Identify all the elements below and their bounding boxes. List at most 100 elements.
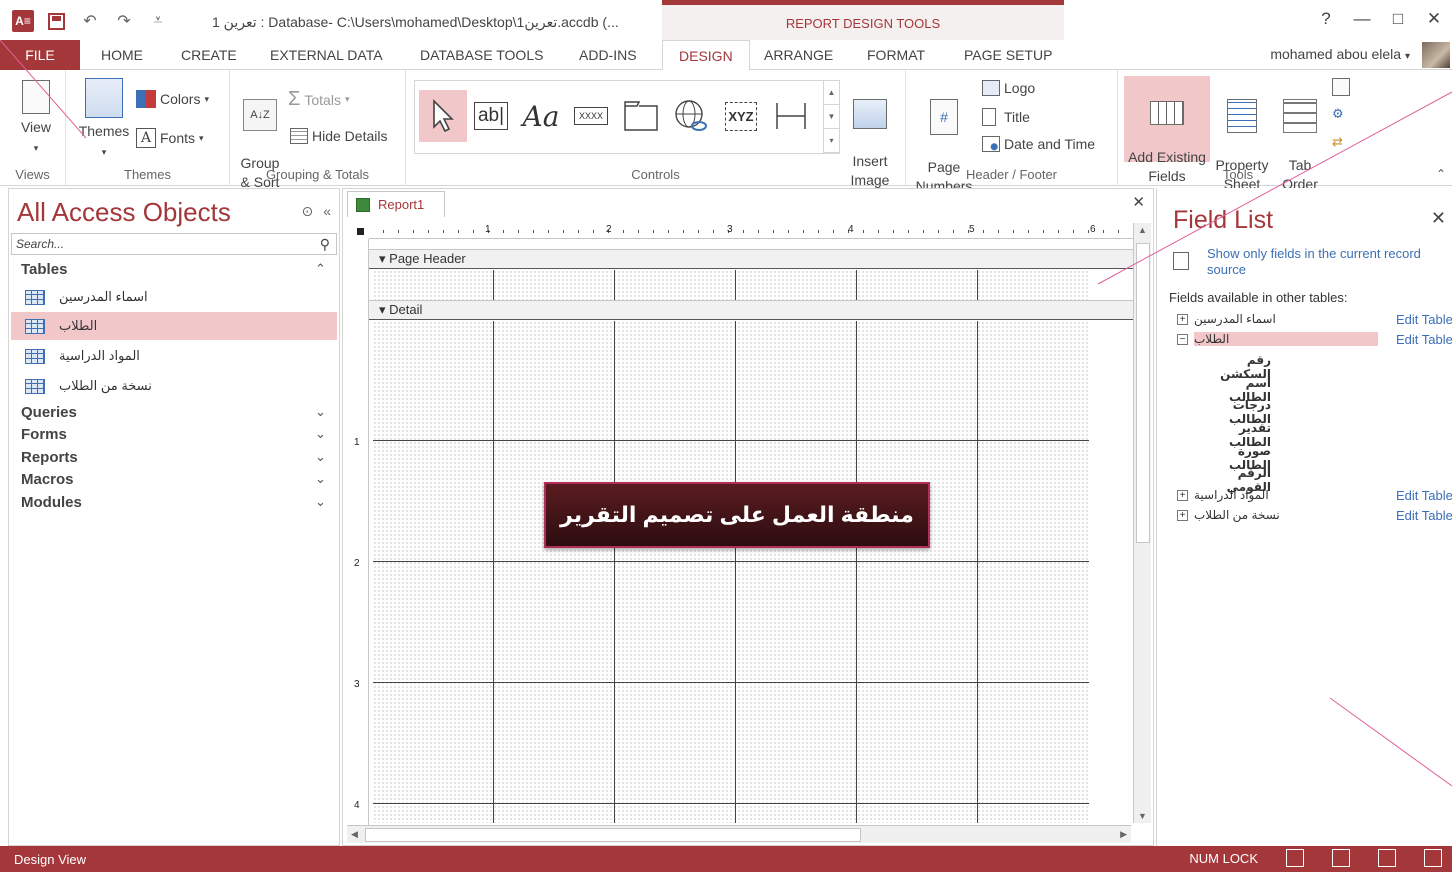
- detail-label: Detail: [389, 302, 423, 317]
- search-icon[interactable]: ⚲: [320, 236, 330, 253]
- gallery-up-icon[interactable]: ▲: [824, 81, 839, 105]
- undo-button[interactable]: ↶: [78, 10, 102, 32]
- save-button[interactable]: [44, 10, 68, 32]
- view-button[interactable]: View ▾: [16, 80, 56, 158]
- access-app-icon[interactable]: A≡: [12, 10, 34, 32]
- print-preview-icon[interactable]: [1332, 849, 1350, 867]
- insert-image-button[interactable]: Insert Image: [842, 80, 898, 190]
- field-list-table-row[interactable]: + اسماء المدرسين Edit Table: [1177, 310, 1452, 328]
- horizontal-scrollbar[interactable]: ◀ ▶: [347, 825, 1131, 843]
- nav-search-input[interactable]: Search... ⚲: [11, 233, 337, 255]
- report-selector[interactable]: [351, 223, 369, 239]
- nav-table-item[interactable]: نسخة من الطلاب: [11, 372, 337, 400]
- nav-section-tables[interactable]: Tables ⌃: [21, 261, 326, 278]
- nav-section-reports[interactable]: Reports ⌄: [21, 449, 326, 466]
- customize-qat-button[interactable]: ⩡: [146, 10, 170, 32]
- logo-button[interactable]: Logo: [982, 80, 1035, 96]
- fonts-button[interactable]: A Fonts ▾: [136, 128, 204, 148]
- tab-control-button[interactable]: [617, 90, 665, 142]
- help-button[interactable]: ?: [1308, 6, 1344, 32]
- edit-table-link[interactable]: Edit Table: [1396, 508, 1452, 523]
- gallery-down-icon[interactable]: ▼: [824, 105, 839, 129]
- tab-file[interactable]: FILE: [0, 40, 80, 70]
- tab-add-ins[interactable]: ADD-INS: [579, 40, 637, 70]
- close-report-icon[interactable]: ✕: [1132, 193, 1145, 211]
- edit-table-link[interactable]: Edit Table: [1396, 332, 1452, 347]
- hyperlink-control-button[interactable]: [667, 90, 715, 142]
- design-view-icon[interactable]: [1424, 849, 1442, 867]
- nav-section-modules[interactable]: Modules ⌄: [21, 494, 326, 511]
- title-button[interactable]: Title: [982, 108, 1030, 126]
- tab-design[interactable]: DESIGN: [662, 40, 750, 71]
- expand-icon[interactable]: +: [1177, 509, 1188, 521]
- minimize-button[interactable]: —: [1344, 6, 1380, 32]
- layout-view-icon[interactable]: [1378, 849, 1396, 867]
- scroll-down-icon[interactable]: ▼: [1138, 811, 1147, 821]
- tab-format[interactable]: FORMAT: [867, 40, 925, 70]
- shutter-bar-icon[interactable]: «: [323, 203, 331, 220]
- nav-section-queries[interactable]: Queries ⌄: [21, 404, 326, 421]
- nav-table-item[interactable]: المواد الدراسية: [11, 342, 337, 370]
- tab-home[interactable]: HOME: [101, 40, 143, 70]
- nav-menu-icon[interactable]: ⊙: [301, 203, 313, 220]
- gallery-more-icon[interactable]: ▾: [824, 129, 839, 153]
- vertical-scrollbar[interactable]: ▲ ▼: [1133, 223, 1151, 823]
- page-header-band[interactable]: ▾ Page Header: [369, 249, 1133, 269]
- close-field-list-icon[interactable]: ✕: [1431, 208, 1446, 229]
- edit-table-link[interactable]: Edit Table: [1396, 488, 1452, 503]
- tab-database-tools[interactable]: DATABASE TOOLS: [420, 40, 543, 70]
- restore-button[interactable]: □: [1380, 6, 1416, 32]
- show-only-fields-link[interactable]: Show only fields in the current record s…: [1207, 246, 1452, 278]
- collapse-icon[interactable]: −: [1177, 333, 1188, 345]
- redo-button[interactable]: ↷: [112, 10, 136, 32]
- report-view-icon[interactable]: [1286, 849, 1304, 867]
- collapse-ribbon-icon[interactable]: ⌃: [1436, 167, 1446, 181]
- edit-table-link[interactable]: Edit Table: [1396, 312, 1452, 327]
- nav-section-macros[interactable]: Macros ⌄: [21, 471, 326, 488]
- tab-external-data[interactable]: EXTERNAL DATA: [270, 40, 383, 70]
- add-existing-fields-button[interactable]: Add Existing Fields: [1124, 76, 1210, 184]
- expand-icon[interactable]: +: [1177, 489, 1188, 501]
- button-control-button[interactable]: XXXX: [567, 90, 615, 142]
- field-list-table-row[interactable]: + نسخة من الطلاب Edit Table: [1177, 506, 1452, 524]
- field-list-table-row-selected[interactable]: − الطلاب Edit Table: [1177, 330, 1452, 348]
- convert-macros-icon[interactable]: ⇄: [1332, 134, 1350, 152]
- nav-table-item-selected[interactable]: الطلاب: [11, 312, 337, 340]
- scroll-up-icon[interactable]: ▲: [1138, 225, 1147, 235]
- nav-pane-title[interactable]: All Access Objects: [17, 197, 231, 228]
- chart-control-button[interactable]: XYZ: [717, 90, 765, 142]
- field-list-table-row[interactable]: + المواد الدراسية Edit Table: [1177, 486, 1452, 504]
- view-code-icon[interactable]: ⚙: [1332, 106, 1350, 124]
- totals-button[interactable]: Σ Totals ▾: [288, 88, 349, 111]
- expand-icon[interactable]: +: [1177, 313, 1188, 325]
- num-lock-indicator: NUM LOCK: [1189, 850, 1258, 866]
- page-header-grid[interactable]: [373, 270, 1089, 300]
- nav-section-forms[interactable]: Forms ⌄: [21, 426, 326, 443]
- tab-create[interactable]: CREATE: [181, 40, 237, 70]
- line-control-button[interactable]: [767, 90, 815, 142]
- select-pointer-button[interactable]: [419, 90, 467, 142]
- nav-table-item[interactable]: اسماء المدرسين: [11, 283, 337, 311]
- hide-details-button[interactable]: Hide Details: [290, 128, 387, 144]
- detail-grid[interactable]: [373, 321, 1089, 823]
- date-time-button[interactable]: Date and Time: [982, 136, 1095, 152]
- tab-order-button[interactable]: Tab Order: [1276, 80, 1324, 194]
- user-name[interactable]: mohamed abou elela ▾: [1270, 46, 1410, 62]
- detail-band[interactable]: ▾ Detail: [369, 300, 1133, 320]
- label-control-button[interactable]: Aa: [517, 90, 565, 142]
- themes-button[interactable]: Themes ▾: [76, 78, 132, 162]
- text-box-control-button[interactable]: ab|: [467, 90, 515, 142]
- tab-page-setup[interactable]: PAGE SETUP: [964, 40, 1052, 70]
- tab-arrange[interactable]: ARRANGE: [764, 40, 833, 70]
- horizontal-scroll-thumb[interactable]: [365, 828, 861, 842]
- subform-icon[interactable]: [1332, 78, 1350, 96]
- avatar[interactable]: [1422, 42, 1450, 68]
- property-sheet-button[interactable]: Property Sheet: [1212, 80, 1272, 194]
- close-button[interactable]: ✕: [1416, 6, 1452, 32]
- tab-report1[interactable]: Report1: [347, 191, 445, 217]
- controls-gallery-scroll[interactable]: ▲ ▼ ▾: [823, 81, 839, 153]
- scroll-right-icon[interactable]: ▶: [1120, 829, 1127, 840]
- vertical-scroll-thumb[interactable]: [1136, 243, 1150, 543]
- scroll-left-icon[interactable]: ◀: [351, 829, 358, 840]
- colors-button[interactable]: Colors ▾: [136, 90, 209, 108]
